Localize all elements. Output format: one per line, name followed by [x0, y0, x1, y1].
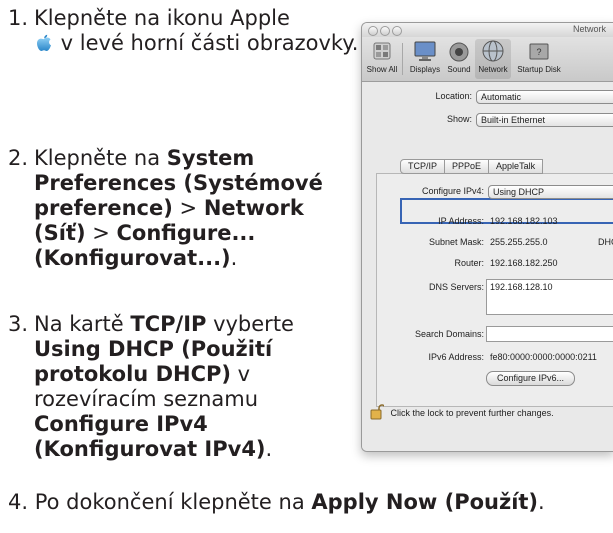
zoom-window-button[interactable] [392, 26, 402, 36]
toolbar-displays[interactable]: Displays [408, 39, 442, 79]
step-text-bold: Apply Now (Použít) [311, 490, 539, 514]
step-text: Klepněte na System Preferences (Systémov… [34, 146, 360, 271]
network-preferences-window: Network Show All Displays Sound Network … [361, 22, 613, 452]
show-label: Show: [446, 114, 472, 124]
step-text-part: . [265, 437, 273, 461]
preferences-content: Location: Automatic Show: Built-in Ether… [362, 82, 613, 451]
configure-ipv6-button[interactable]: Configure IPv6... [486, 371, 576, 386]
step-number: 2. [8, 146, 29, 170]
title-bar: Network [362, 23, 613, 37]
ip-address-label: IP Address: [438, 216, 484, 226]
display-icon [414, 41, 436, 61]
step-number: 1. [8, 6, 29, 30]
dns-servers-value: 192.168.128.10 [490, 282, 553, 292]
configure-ipv4-popup[interactable]: Using DHCP [488, 185, 613, 199]
toolbar-sound[interactable]: Sound [444, 39, 474, 79]
step-text-part: . [538, 490, 545, 514]
lock-row: Click the lock to prevent further change… [370, 404, 554, 420]
configure-ipv4-label: Configure IPv4: [421, 186, 484, 196]
step-text-part: > [172, 196, 204, 220]
toolbar-divider [402, 43, 403, 75]
toolbar-show-all[interactable]: Show All [366, 39, 398, 79]
startup-disk-icon: ? [529, 43, 549, 60]
step-number: 4. [8, 490, 29, 514]
subnet-extra-text: DHC [598, 237, 613, 247]
step-text-part: Po dokončení klepněte na [34, 490, 312, 514]
toolbar: Show All Displays Sound Network ? Startu… [362, 37, 613, 82]
dns-servers-field[interactable]: 192.168.128.10 [486, 279, 613, 315]
subnet-mask-label: Subnet Mask: [428, 237, 484, 247]
toolbar-network[interactable]: Network [475, 39, 511, 79]
toolbar-label: Network [478, 65, 508, 74]
step-text-part: Klepněte na ikonu Apple [34, 6, 290, 30]
location-label: Location: [435, 91, 472, 101]
tab-appletalk[interactable]: AppleTalk [489, 159, 544, 174]
close-window-button[interactable] [368, 26, 378, 36]
subnet-mask-value: 255.255.255.0 [490, 237, 548, 247]
toolbar-label: Show All [366, 65, 398, 74]
lock-text: Click the lock to prevent further change… [390, 408, 554, 418]
step-text-part: vyberte [206, 312, 294, 336]
router-label: Router: [454, 258, 484, 268]
svg-text:?: ? [536, 47, 541, 57]
toolbar-startup-disk[interactable]: ? Startup Disk [514, 39, 564, 79]
location-popup[interactable]: Automatic [476, 90, 613, 104]
minimize-window-button[interactable] [380, 26, 390, 36]
tab-bar: TCP/IP PPPoE AppleTalk [400, 159, 544, 174]
window-title: Network [572, 24, 606, 34]
search-domains-field[interactable] [486, 326, 613, 342]
step-text-part: v levé horní části obrazovky. [54, 31, 359, 55]
apple-logo-icon [37, 34, 51, 51]
dns-servers-label: DNS Servers: [428, 282, 484, 292]
step-text: Klepněte na ikonu Apple v levé horní čás… [34, 6, 360, 56]
step-text-part: Na kartě [34, 312, 131, 336]
lock-icon[interactable] [370, 404, 386, 420]
ip-address-value: 192.168.182.103 [490, 216, 558, 226]
toolbar-label: Displays [409, 65, 441, 74]
search-domains-label: Search Domains: [414, 329, 484, 339]
step-text-part: Klepněte na [34, 146, 167, 170]
step-number: 3. [8, 312, 29, 336]
ipv6-address-label: IPv6 Address: [428, 352, 484, 362]
speaker-icon [449, 42, 469, 62]
tab-pppoe[interactable]: PPPoE [445, 159, 490, 174]
show-popup[interactable]: Built-in Ethernet [476, 113, 613, 127]
show-all-icon [373, 42, 391, 60]
step-text-bold: TCP/IP [130, 312, 207, 336]
tab-tcpip[interactable]: TCP/IP [400, 159, 446, 174]
step-text: Na kartě TCP/IP vyberte Using DHCP (Použ… [34, 312, 360, 462]
toolbar-label: Startup Disk [517, 65, 561, 74]
step-4: 4. Po dokončení klepněte na Apply Now (P… [8, 490, 545, 515]
ipv6-address-value: fe80:0000:0000:0000:0211 [490, 352, 597, 362]
network-globe-icon [482, 40, 504, 62]
toolbar-label: Sound [447, 65, 471, 74]
router-value: 192.168.182.250 [490, 258, 558, 268]
step-text-part: . [230, 246, 238, 270]
step-text-part: > [85, 221, 117, 245]
step-text-bold: Configure IPv4 (Konfigurovat IPv4) [34, 412, 266, 461]
